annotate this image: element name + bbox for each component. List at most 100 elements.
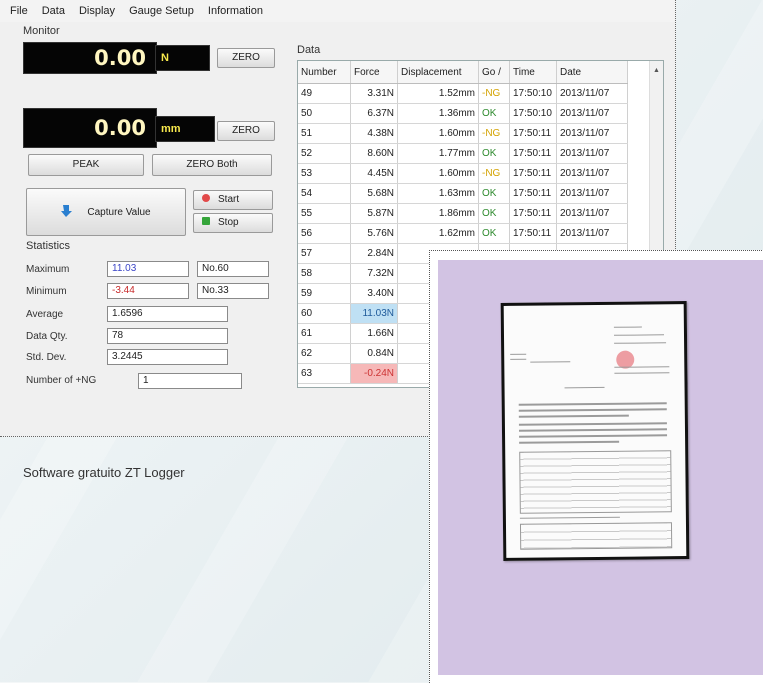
- cell-number: 55: [298, 203, 351, 224]
- cell-time: 17:50:11: [509, 163, 557, 184]
- peak-button[interactable]: PEAK: [28, 154, 144, 176]
- minimum-label: Minimum: [26, 286, 67, 297]
- cell-force: -0.24N: [350, 363, 398, 384]
- displacement-display: 0.00: [23, 108, 157, 148]
- cell-number: 50: [298, 103, 351, 124]
- std-dev-label: Std. Dev.: [26, 352, 67, 363]
- table-row[interactable]: 55 5.87N 1.86mm OK 17:50:11 2013/11/07: [298, 203, 628, 224]
- table-row[interactable]: 51 4.38N 1.60mm -NG 17:50:11 2013/11/07: [298, 123, 628, 144]
- cell-date: 2013/11/07: [556, 83, 628, 104]
- cell-number: 62: [298, 343, 351, 364]
- cell-go-ng: -NG: [478, 163, 510, 184]
- table-row[interactable]: 53 4.45N 1.60mm -NG 17:50:11 2013/11/07: [298, 163, 628, 184]
- cell-number: 61: [298, 323, 351, 344]
- minimum-field: -3.44: [107, 283, 189, 299]
- capture-arrow-icon: [61, 204, 73, 221]
- start-button[interactable]: Start: [193, 190, 273, 210]
- cell-go-ng: OK: [478, 223, 510, 244]
- monitor-label: Monitor: [23, 25, 60, 37]
- sort-arrow-icon: ▲: [653, 67, 660, 74]
- menu-data[interactable]: Data: [42, 5, 65, 17]
- certificate-background: [438, 260, 763, 675]
- cell-number: 54: [298, 183, 351, 204]
- ng-count-label: Number of +NG: [26, 375, 97, 386]
- table-header: Number Force Displacement Go / Time Date: [298, 61, 628, 84]
- data-qty-label: Data Qty.: [26, 331, 68, 342]
- cell-number: 58: [298, 263, 351, 284]
- table-row[interactable]: 50 6.37N 1.36mm OK 17:50:10 2013/11/07: [298, 103, 628, 124]
- table-row[interactable]: 49 3.31N 1.52mm -NG 17:50:10 2013/11/07: [298, 83, 628, 104]
- capture-value-button[interactable]: Capture Value: [26, 188, 186, 236]
- maximum-field: 11.03: [107, 261, 189, 277]
- stop-label: Stop: [218, 217, 239, 228]
- col-time[interactable]: Time: [509, 61, 557, 84]
- displacement-value: 0.00: [94, 116, 146, 140]
- cell-number: 49: [298, 83, 351, 104]
- cell-date: 2013/11/07: [556, 103, 628, 124]
- stop-green-square-icon: [202, 217, 210, 225]
- data-qty-field: 78: [107, 328, 228, 344]
- cell-force: 5.87N: [350, 203, 398, 224]
- average-field: 1.6596: [107, 306, 228, 322]
- menu-display[interactable]: Display: [79, 5, 115, 17]
- displacement-unit: mm: [155, 116, 215, 142]
- cell-date: 2013/11/07: [556, 183, 628, 204]
- col-number[interactable]: Number: [298, 61, 351, 84]
- cell-time: 17:50:11: [509, 223, 557, 244]
- cell-force: 11.03N: [350, 303, 398, 324]
- cell-number: 59: [298, 283, 351, 304]
- stop-button[interactable]: Stop: [193, 213, 273, 233]
- cell-force: 4.45N: [350, 163, 398, 184]
- force-display: 0.00: [23, 42, 157, 74]
- cell-time: 17:50:11: [509, 203, 557, 224]
- table-row[interactable]: 52 8.60N 1.77mm OK 17:50:11 2013/11/07: [298, 143, 628, 164]
- col-force[interactable]: Force: [350, 61, 398, 84]
- cell-go-ng: OK: [478, 203, 510, 224]
- cell-force: 5.68N: [350, 183, 398, 204]
- cell-date: 2013/11/07: [556, 223, 628, 244]
- cell-time: 17:50:11: [509, 183, 557, 204]
- data-label: Data: [297, 44, 321, 56]
- cell-number: 57: [298, 243, 351, 264]
- cell-displacement: 1.62mm: [397, 223, 479, 244]
- table-row[interactable]: 56 5.76N 1.62mm OK 17:50:11 2013/11/07: [298, 223, 628, 244]
- cell-displacement: 1.86mm: [397, 203, 479, 224]
- cell-force: 7.32N: [350, 263, 398, 284]
- menu-information[interactable]: Information: [208, 5, 263, 17]
- cell-number: 63: [298, 363, 351, 384]
- start-label: Start: [218, 194, 240, 205]
- cell-displacement: 1.60mm: [397, 123, 479, 144]
- cell-force: 0.84N: [350, 343, 398, 364]
- table-row[interactable]: 54 5.68N 1.63mm OK 17:50:11 2013/11/07: [298, 183, 628, 204]
- cell-displacement: 1.60mm: [397, 163, 479, 184]
- cell-displacement: 1.77mm: [397, 143, 479, 164]
- cell-number: 60: [298, 303, 351, 324]
- menu-bar: File Data Display Gauge Setup Informatio…: [0, 0, 675, 22]
- cell-time: 17:50:10: [509, 103, 557, 124]
- zero-displacement-button[interactable]: ZERO: [217, 121, 275, 141]
- menu-gauge-setup[interactable]: Gauge Setup: [129, 5, 194, 17]
- col-date[interactable]: Date: [556, 61, 628, 84]
- col-go-ng[interactable]: Go /: [478, 61, 510, 84]
- cell-force: 6.37N: [350, 103, 398, 124]
- menu-file[interactable]: File: [10, 5, 28, 17]
- zero-both-button[interactable]: ZERO Both: [152, 154, 272, 176]
- cell-force: 3.31N: [350, 83, 398, 104]
- cell-number: 56: [298, 223, 351, 244]
- cell-date: 2013/11/07: [556, 203, 628, 224]
- maximum-number-field: No.60: [197, 261, 269, 277]
- caption: Software gratuito ZT Logger: [23, 465, 185, 480]
- statistics-label: Statistics: [26, 240, 71, 252]
- cell-force: 5.76N: [350, 223, 398, 244]
- maximum-label: Maximum: [26, 264, 70, 275]
- calibration-certificate-image: [500, 301, 690, 561]
- minimum-number-field: No.33: [197, 283, 269, 299]
- capture-label: Capture Value: [87, 206, 151, 218]
- cell-date: 2013/11/07: [556, 163, 628, 184]
- certificate-card: [429, 250, 763, 683]
- start-red-dot-icon: [202, 194, 210, 202]
- zero-force-button[interactable]: ZERO: [217, 48, 275, 68]
- col-displacement[interactable]: Displacement: [397, 61, 479, 84]
- cell-force: 4.38N: [350, 123, 398, 144]
- cell-date: 2013/11/07: [556, 143, 628, 164]
